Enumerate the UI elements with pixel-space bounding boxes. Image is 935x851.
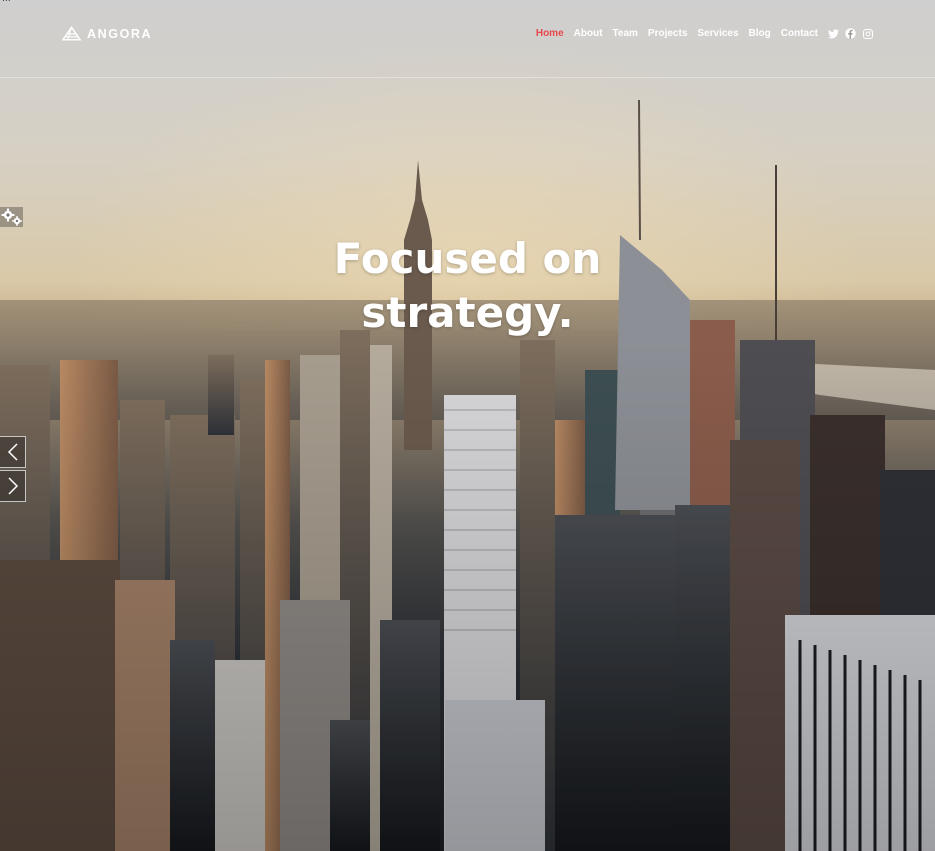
- instagram-icon[interactable]: [862, 28, 873, 39]
- twitter-icon[interactable]: [828, 28, 839, 39]
- slider-next-button[interactable]: [0, 470, 26, 502]
- angora-logo-icon: [62, 26, 81, 41]
- chevron-left-icon: [7, 443, 18, 461]
- nav-services[interactable]: Services: [697, 28, 738, 39]
- nav-contact[interactable]: Contact: [781, 28, 818, 39]
- nav-projects[interactable]: Projects: [648, 28, 687, 39]
- hero-headline: Focused on strategy.: [0, 232, 935, 340]
- slider-prev-button[interactable]: [0, 436, 26, 468]
- hero-overlay: [0, 0, 935, 851]
- main-nav: Home About Team Projects Services Blog C…: [526, 28, 873, 39]
- nav-home[interactable]: Home: [536, 28, 564, 39]
- nav-about[interactable]: About: [574, 28, 603, 39]
- social-links: [828, 28, 873, 39]
- site-header: ... ANGORA Home About Team Projects Serv…: [0, 0, 935, 78]
- corner-marker: ...: [2, 0, 11, 4]
- brand-name: ANGORA: [87, 27, 153, 41]
- nav-team[interactable]: Team: [613, 28, 638, 39]
- gears-icon: [1, 208, 22, 226]
- brand-logo[interactable]: ANGORA: [62, 26, 152, 42]
- facebook-icon[interactable]: [845, 28, 856, 39]
- headline-line-1: Focused on: [333, 234, 602, 283]
- headline-line-2: strategy.: [361, 288, 574, 337]
- chevron-right-icon: [7, 477, 18, 495]
- settings-widget[interactable]: [0, 207, 23, 227]
- nav-blog[interactable]: Blog: [749, 28, 771, 39]
- hero-background: [0, 0, 935, 851]
